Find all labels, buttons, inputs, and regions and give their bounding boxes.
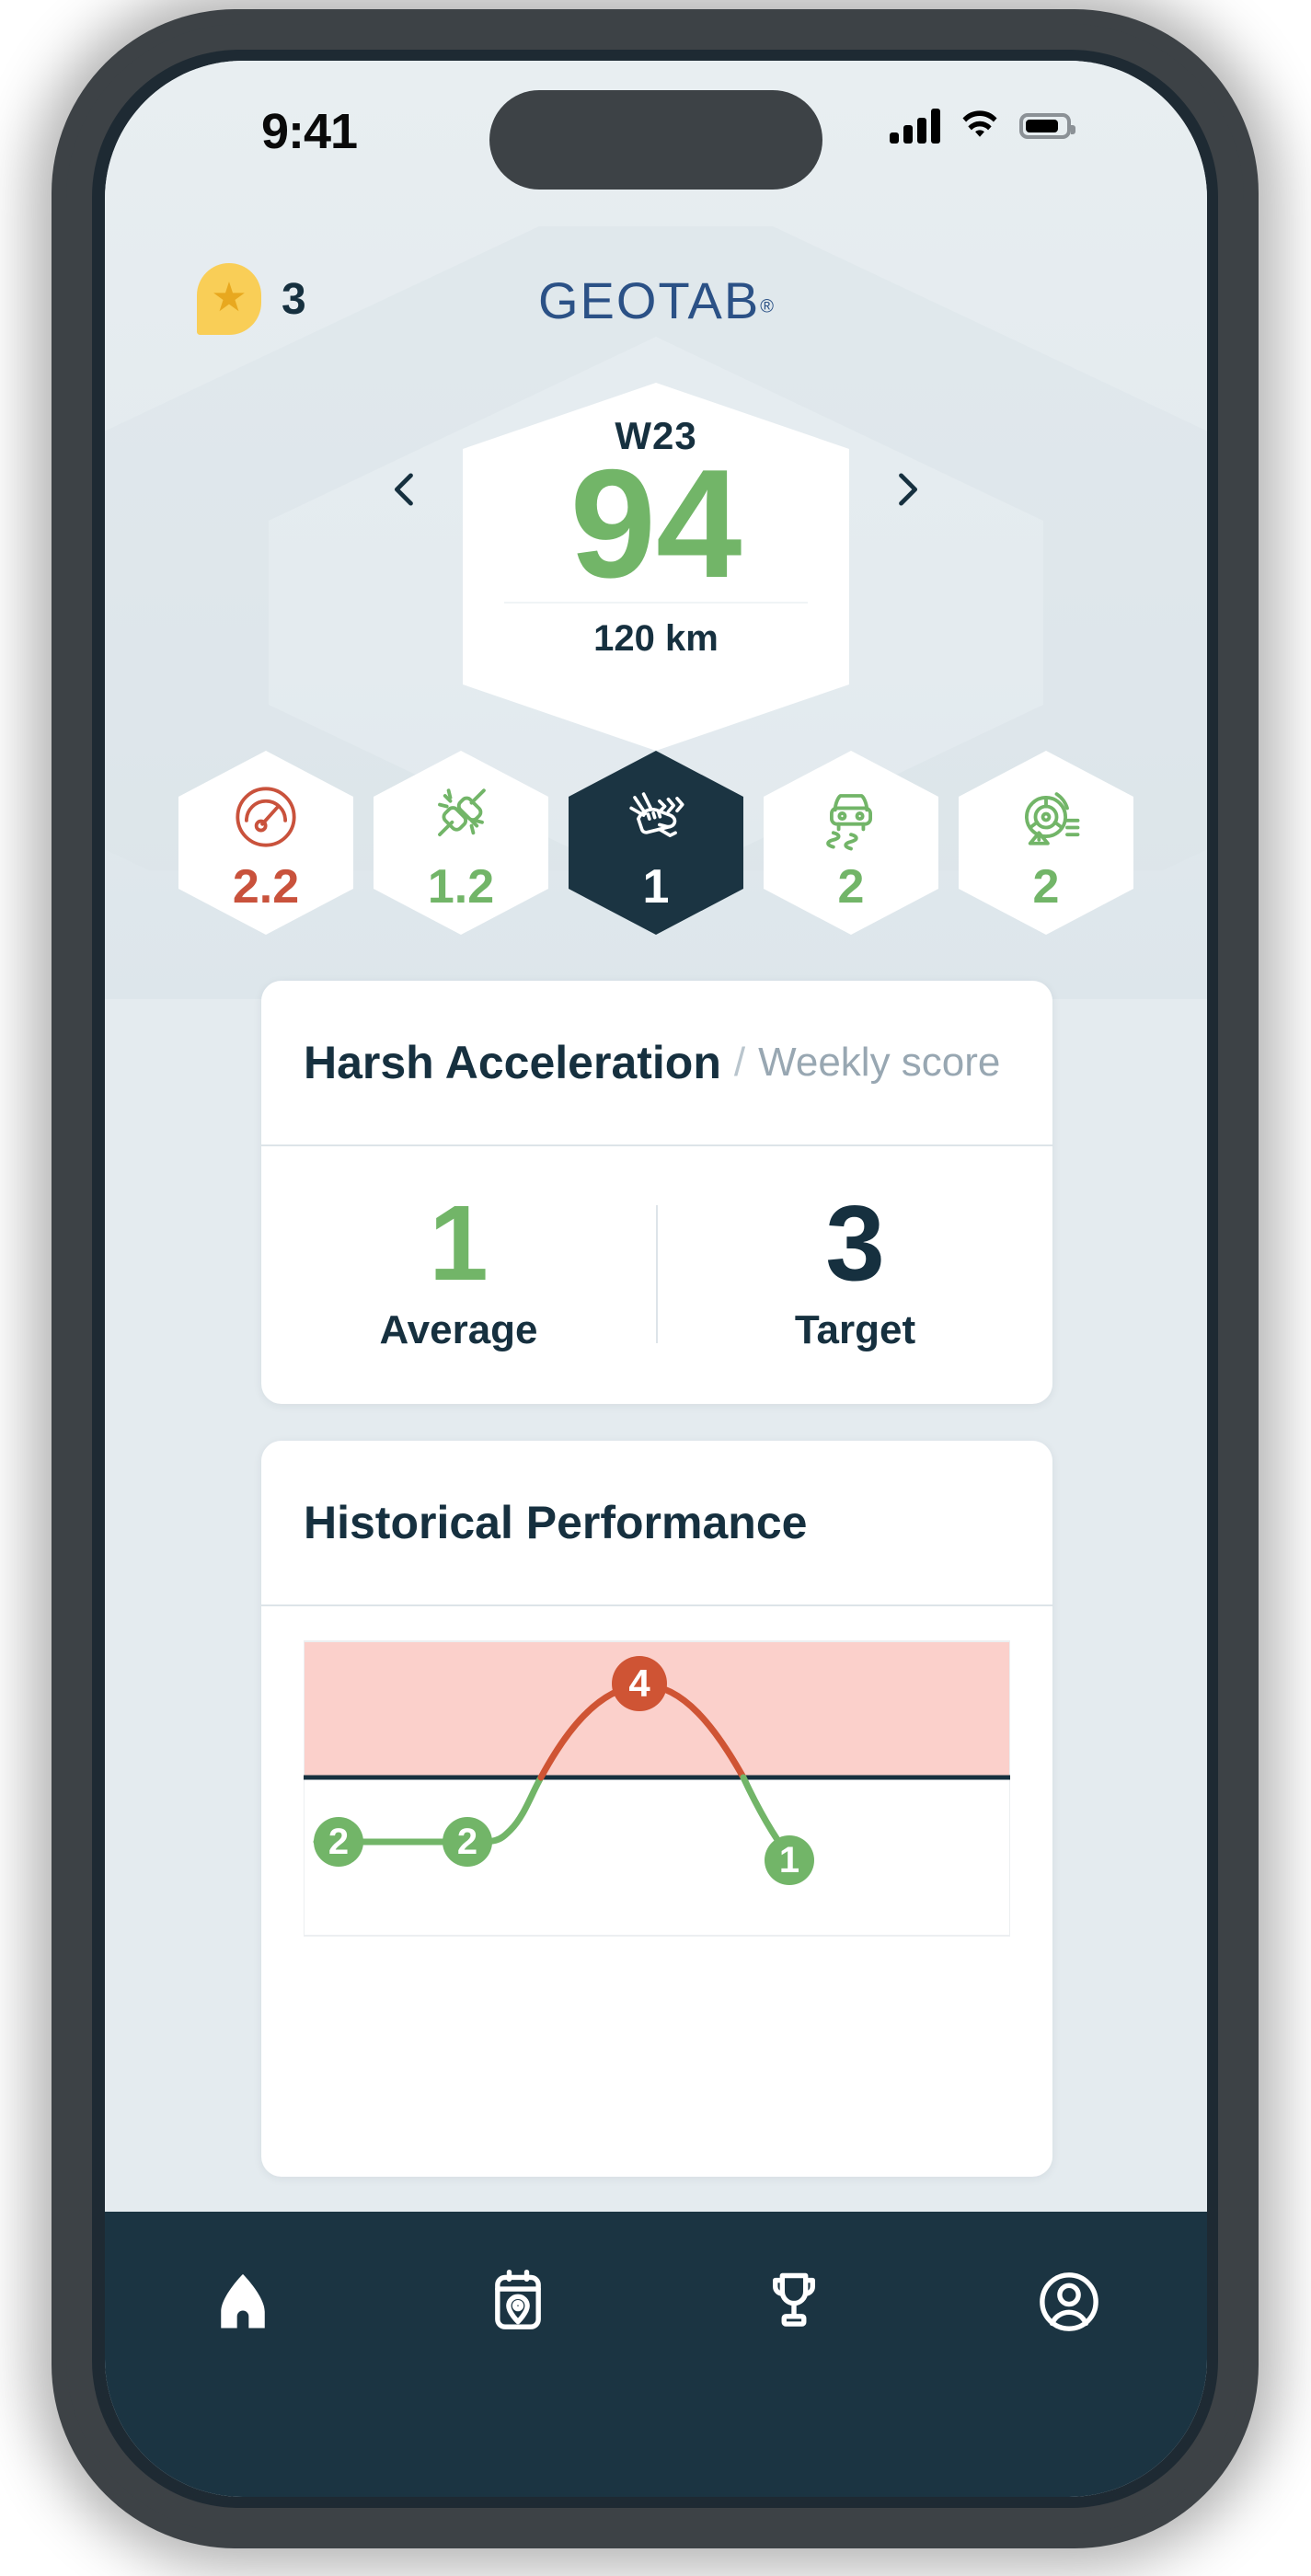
nav-profile[interactable] bbox=[932, 2267, 1208, 2337]
metric-value: 1 bbox=[642, 860, 670, 914]
battery-icon bbox=[1019, 113, 1075, 139]
target-label: Target bbox=[794, 1307, 916, 1353]
metric-hex-seatbelt[interactable]: 1.2 bbox=[374, 751, 548, 935]
next-week-button[interactable] bbox=[883, 466, 931, 513]
status-time: 9:41 bbox=[261, 104, 358, 159]
nav-trips[interactable] bbox=[381, 2267, 657, 2337]
target-value: 3 bbox=[825, 1182, 885, 1303]
nav-rewards[interactable] bbox=[656, 2267, 932, 2337]
historical-performance-card: Historical Performance 2 2 4 1 bbox=[261, 1441, 1052, 2177]
stat-average: 1 Average bbox=[261, 1146, 656, 1402]
data-point-label: 4 bbox=[628, 1662, 650, 1705]
history-chart: 2 2 4 1 bbox=[304, 1606, 1010, 2002]
home-icon bbox=[221, 2273, 265, 2329]
stat-target: 3 Target bbox=[658, 1146, 1052, 1402]
average-value: 1 bbox=[429, 1182, 489, 1303]
metric-hex-harsh-cornering[interactable]: 2 bbox=[764, 751, 938, 935]
trips-map-icon bbox=[495, 2270, 542, 2329]
chevron-left-icon bbox=[394, 473, 413, 506]
cellular-signal-icon bbox=[890, 109, 940, 144]
previous-week-button[interactable] bbox=[381, 466, 429, 513]
geotab-logo: GEOTAB® bbox=[105, 270, 1207, 330]
seatbelt-icon bbox=[438, 788, 486, 837]
series-line-green-left bbox=[335, 1774, 545, 1846]
tire-warning-icon bbox=[1025, 792, 1080, 845]
metric-hexagon-row: 2.2 1.2 1 2 2 bbox=[105, 751, 1207, 953]
chevron-right-icon bbox=[899, 473, 918, 506]
status-bar: 9:41 bbox=[105, 61, 1207, 208]
wifi-icon bbox=[962, 110, 997, 137]
data-point-label: 1 bbox=[779, 1840, 799, 1880]
account-icon bbox=[1040, 2272, 1099, 2331]
speedometer-icon bbox=[236, 787, 296, 847]
metric-value: 2 bbox=[837, 860, 865, 914]
trophy-icon bbox=[772, 2272, 815, 2327]
history-card-title: Historical Performance bbox=[304, 1497, 808, 1548]
metric-value: 2.2 bbox=[232, 860, 300, 914]
app-header: ★ 3 GEOTAB® bbox=[105, 254, 1207, 364]
phone-frame: 9:41 ★ 3 GEOTAB® W23 94 120 km 2.2 1.2 1… bbox=[52, 9, 1259, 2548]
metric-card-separator: / bbox=[733, 1040, 746, 1085]
harsh-acceleration-pedal-icon bbox=[629, 792, 684, 837]
metric-stats-row: 1 Average 3 Target bbox=[261, 1146, 1052, 1402]
bottom-navigation-bar bbox=[105, 2212, 1207, 2497]
geotab-wordmark: GEOTAB bbox=[538, 271, 761, 329]
metric-value: 2 bbox=[1032, 860, 1060, 914]
over-target-band bbox=[304, 1641, 1010, 1777]
distance-label: 120 km bbox=[593, 617, 719, 659]
metric-card-subtitle: Weekly score bbox=[758, 1040, 1001, 1085]
phone-screen: 9:41 ★ 3 GEOTAB® W23 94 120 km 2.2 1.2 1… bbox=[105, 61, 1207, 2497]
performance-line-chart[interactable]: 2 2 4 1 bbox=[304, 1632, 1010, 2000]
score-divider bbox=[504, 601, 808, 604]
metric-detail-card: Harsh Acceleration / Weekly score 1 Aver… bbox=[261, 981, 1052, 1404]
dynamic-island bbox=[489, 90, 822, 190]
nav-home[interactable] bbox=[105, 2267, 381, 2337]
metric-value: 1.2 bbox=[427, 860, 495, 914]
weekly-score-carousel: W23 94 120 km bbox=[105, 383, 1207, 751]
score-value: 94 bbox=[569, 437, 742, 610]
metric-hex-harsh-acceleration[interactable]: 1 bbox=[569, 751, 743, 935]
metric-hex-speeding[interactable]: 2.2 bbox=[178, 751, 353, 935]
metric-card-title: Harsh Acceleration bbox=[304, 1037, 721, 1088]
average-label: Average bbox=[379, 1307, 538, 1353]
car-skid-icon bbox=[826, 794, 872, 851]
status-indicators bbox=[890, 109, 1075, 144]
history-card-header: Historical Performance bbox=[261, 1441, 1052, 1606]
metric-card-header: Harsh Acceleration / Weekly score bbox=[261, 981, 1052, 1146]
registered-mark: ® bbox=[760, 296, 774, 317]
data-point-label: 2 bbox=[328, 1822, 349, 1862]
metric-hex-harsh-braking[interactable]: 2 bbox=[959, 751, 1133, 935]
data-point-label: 2 bbox=[457, 1822, 477, 1862]
weekly-score-hexagon[interactable]: W23 94 120 km bbox=[463, 383, 849, 751]
